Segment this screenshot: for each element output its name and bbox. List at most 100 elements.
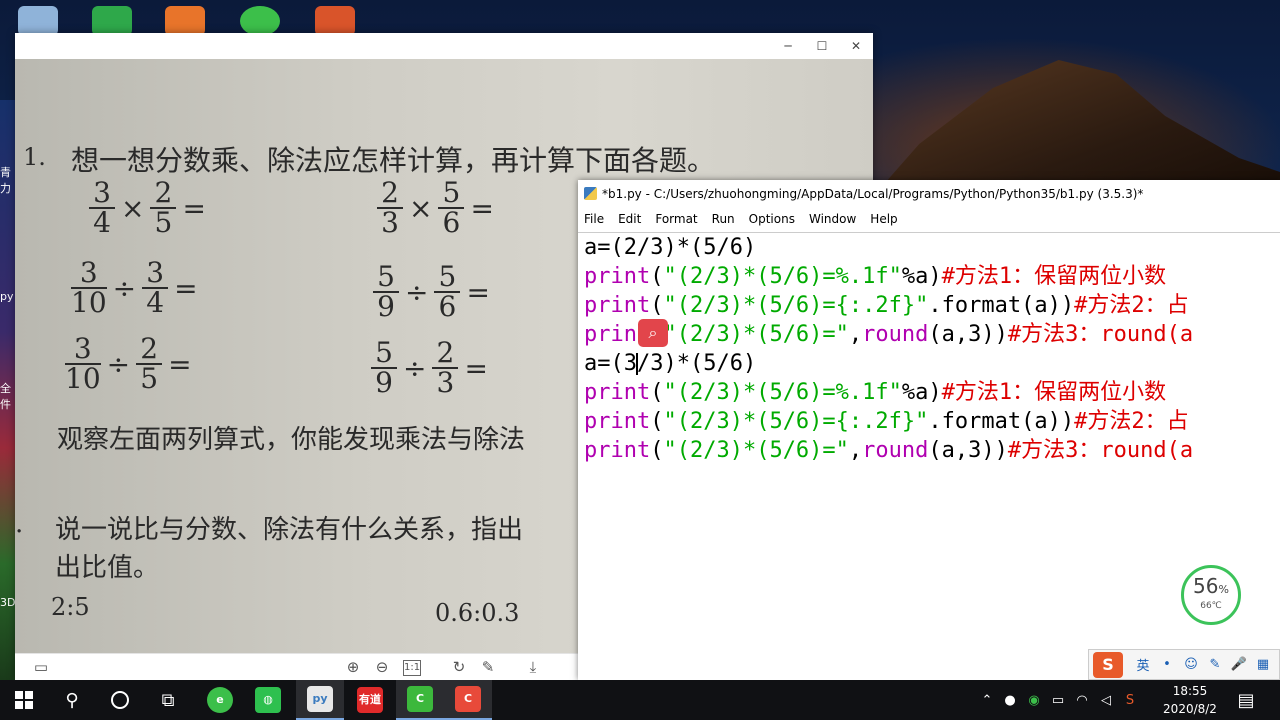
numerator: 2 [436,336,455,369]
taskbar-youdao[interactable]: 有道 [346,680,394,720]
fraction-expression: 3 10 ÷ 25 = [63,335,196,393]
minimize-button[interactable]: ─ [776,37,800,55]
task-view-button[interactable]: ⧉ [144,680,192,720]
ime-language-toggle[interactable]: 英 [1131,655,1155,674]
menu-file[interactable]: File [584,208,604,230]
equals-sign: = [464,351,488,385]
search-button[interactable]: ⚲ [48,680,96,720]
string-literal: "(2/3)*(5/6)=%.1f" [663,380,902,405]
thumbnail-icon[interactable]: ▭ [31,657,51,677]
keyword: round [862,438,929,463]
menu-run[interactable]: Run [712,208,735,230]
taskbar-camtasia-green[interactable]: C [396,680,444,720]
question-number: 1. [23,143,46,171]
code-text: /3)*(5/6) [636,351,757,376]
menu-help[interactable]: Help [870,208,897,230]
code-text: , [848,438,863,463]
microphone-icon[interactable]: 🎤 [1227,657,1251,672]
python-icon [584,187,597,200]
question-number: . [15,509,24,539]
code-editor[interactable]: a=(2/3)*(5/6) print("(2/3)*(5/6)=%.1f"%a… [578,232,1280,681]
fraction-expression: 59 ÷ 56 = [371,263,494,321]
microphone-tray-icon[interactable]: ● [998,693,1022,708]
comment: #方法1：保留两位小数 [941,264,1167,289]
comment: #方法3：round(a [1007,438,1194,463]
taskbar-browser[interactable]: e [196,680,244,720]
battery-tray-icon[interactable]: ▭ [1046,693,1070,708]
denominator: 9 [377,290,395,323]
operator: × [409,191,433,225]
browser-app-icon[interactable] [240,6,280,36]
string-literal: "(2/3)*(5/6)=" [663,438,849,463]
edit-pencil-icon[interactable]: ✎ [478,657,498,677]
memory-gauge-widget[interactable]: 56% 66℃ [1181,565,1241,625]
numerator: 3 [93,176,111,209]
code-text: a=(2/3)*(5/6) [584,235,757,260]
denominator: 4 [146,286,165,319]
idle-editor-window: *b1.py - C:/Users/zhuohongming/AppData/L… [578,180,1280,680]
clock-date: 2020/8/2 [1163,702,1217,716]
code-text: (a,3)) [928,322,1008,347]
comment: #方法3：round(a [1007,322,1194,347]
ratio-text: 0.6:0.3 [435,599,520,627]
numerator: 5 [442,176,461,209]
handwrite-icon[interactable]: ✎ [1203,657,1227,672]
recycle-bin-icon[interactable] [18,6,58,36]
taskbar-camtasia-red[interactable]: C [444,680,492,720]
ime-toolbar: S 英 • ☺ ✎ 🎤 ▦ [1088,649,1280,680]
volume-tray-icon[interactable]: ◁ [1094,693,1118,708]
rotate-icon[interactable]: ↻ [449,657,469,677]
viewer-titlebar[interactable]: ─ ☐ ✕ [15,33,873,59]
code-text: ( [650,380,664,405]
camtasia-red-icon: C [455,686,481,712]
search-overlay-icon[interactable]: ⌕ [638,319,668,347]
security-tray-icon[interactable]: ◉ [1022,693,1046,708]
menu-window[interactable]: Window [809,208,856,230]
emoji-icon[interactable]: ☺ [1179,657,1203,672]
menu-options[interactable]: Options [749,208,795,230]
observe-text: 观察左面两列算式，你能发现乘法与除法 [57,425,526,455]
idle-titlebar[interactable]: *b1.py - C:/Users/zhuohongming/AppData/L… [578,180,1280,208]
start-button[interactable] [0,680,48,720]
numerator: 2 [381,176,399,209]
code-text: ( [650,293,664,318]
code-text: %a) [901,264,942,289]
denominator: 10 [65,362,101,395]
security-app-icon[interactable] [92,6,132,36]
numerator: 5 [377,260,395,293]
question-text: 出比值。 [55,553,160,583]
maximize-button[interactable]: ☐ [810,37,834,55]
denominator: 9 [375,366,393,399]
zoom-in-icon[interactable]: ⊕ [343,657,363,677]
code-text: , [848,322,863,347]
keyword: print [584,438,651,463]
desktop-left-edge: 青 力 py 全 件 3D [0,100,16,680]
chevron-up-icon[interactable]: ⌃ [976,693,998,708]
taskbar-clock[interactable]: 18:55 2020/8/2 [1150,682,1230,718]
toolbox-icon[interactable]: ▦ [1251,657,1275,672]
sogou-logo-icon[interactable]: S [1093,651,1123,678]
download-icon[interactable]: ⤓ [523,657,543,677]
zoom-out-icon[interactable]: ⊖ [372,657,392,677]
code-text: a=(3 [584,351,637,376]
string-literal: "(2/3)*(5/6)=" [663,322,849,347]
taskbar-wechat[interactable]: ◍ [244,680,292,720]
punctuation-icon[interactable]: • [1155,657,1179,672]
wechat-icon: ◍ [255,687,281,713]
code-text: %a) [901,380,942,405]
menu-edit[interactable]: Edit [618,208,641,230]
wifi-tray-icon[interactable]: ◠ [1070,693,1094,708]
fox-app-icon[interactable] [165,6,205,36]
actual-size-icon[interactable]: 1:1 [403,660,421,676]
denominator: 6 [438,290,457,323]
cortana-button[interactable] [96,680,144,720]
menu-format[interactable]: Format [655,208,697,230]
gauge-percent: 56 [1193,574,1219,598]
notification-button[interactable]: ▤ [1224,680,1268,720]
taskbar-python[interactable]: py [296,680,344,720]
presentation-app-icon[interactable] [315,6,355,36]
fraction-expression: 3 10 ÷ 34 = [69,259,202,317]
ime-tray-icon[interactable]: S [1118,693,1142,708]
close-button[interactable]: ✕ [844,37,868,55]
menu-bar: File Edit Format Run Options Window Help [578,208,1280,230]
